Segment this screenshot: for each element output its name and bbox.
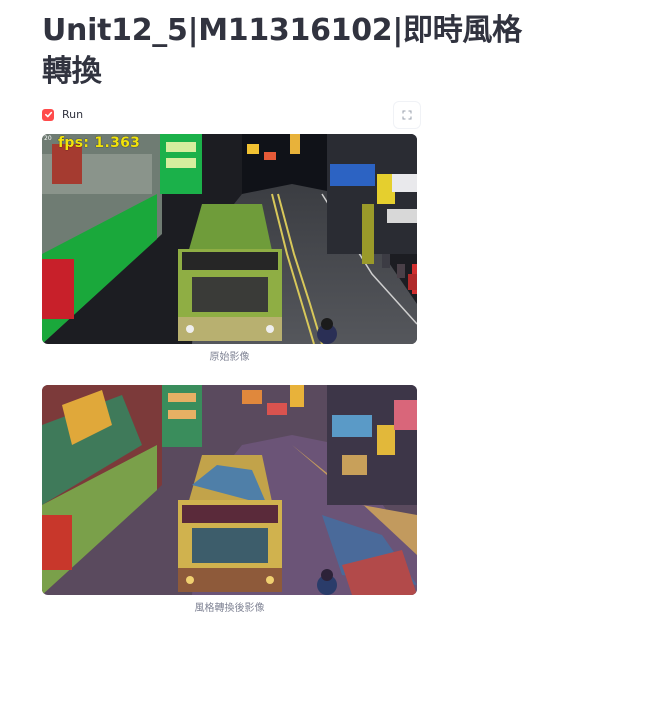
main-content: Unit12_5|M11316102|即時風格轉換 Run 20 fps: 1.… [42,10,522,616]
styled-caption: 風格轉換後影像 [194,603,265,614]
page-title: Unit12_5|M11316102|即時風格轉換 [42,13,522,89]
styled-video-frame [42,385,417,595]
check-icon[interactable] [42,108,54,121]
timestamp-overlay: 20 [44,135,52,142]
street-scene-image [42,134,417,344]
fullscreen-icon [402,110,412,120]
run-label: Run [62,108,84,121]
controls-row: Run [42,102,522,128]
fps-overlay: fps: 1.363 [58,135,141,151]
original-caption: 原始影像 [209,352,250,363]
fullscreen-button[interactable] [394,102,420,128]
original-video-frame: 20 fps: 1.363 [42,134,417,344]
run-checkbox[interactable]: Run [42,108,522,121]
styled-scene-image [42,385,417,595]
